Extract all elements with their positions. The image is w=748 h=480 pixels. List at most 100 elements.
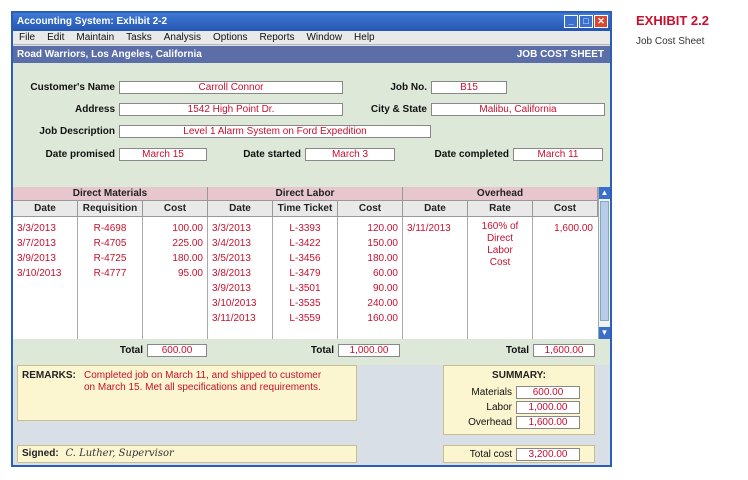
table-cell: L-3501 bbox=[289, 283, 321, 294]
window-title: Accounting System: Exhibit 2-2 bbox=[17, 16, 168, 27]
company-name: Road Warriors, Los Angeles, California bbox=[17, 49, 202, 60]
total-cost-field: 3,200.00 bbox=[516, 448, 580, 461]
table-cell: 3/7/2013 bbox=[17, 238, 56, 249]
menu-edit[interactable]: Edit bbox=[41, 31, 70, 44]
summary-materials-label: Materials bbox=[471, 387, 512, 398]
table-cell: 90.00 bbox=[372, 283, 398, 294]
job-header-form: Customer's Name Carroll Connor Job No. B… bbox=[13, 63, 610, 187]
job-no-field[interactable]: B15 bbox=[431, 81, 507, 94]
promised-field[interactable]: March 15 bbox=[119, 148, 207, 161]
table-cell: 60.00 bbox=[372, 268, 398, 279]
menu-window[interactable]: Window bbox=[300, 31, 348, 44]
customer-field[interactable]: Carroll Connor bbox=[119, 81, 343, 94]
table-cell: R-4725 bbox=[93, 253, 127, 264]
window-titlebar: Accounting System: Exhibit 2-2 _ □ ✕ bbox=[13, 13, 610, 31]
table-cell: L-3422 bbox=[289, 238, 321, 249]
app-window: Accounting System: Exhibit 2-2 _ □ ✕ Fil… bbox=[11, 11, 612, 467]
remarks-box: REMARKS: Completed job on March 11, and … bbox=[17, 365, 357, 421]
signature: C. Luther, Supervisor bbox=[65, 448, 174, 459]
table-cell: 3/4/2013 bbox=[212, 238, 251, 249]
table-cell: R-4777 bbox=[93, 268, 127, 279]
table-cell: L-3393 bbox=[289, 223, 321, 234]
menu-tasks[interactable]: Tasks bbox=[120, 31, 158, 44]
menu-reports[interactable]: Reports bbox=[253, 31, 300, 44]
table-cell: 3/11/2013 bbox=[212, 313, 256, 324]
col-header-cost: Cost bbox=[143, 201, 208, 217]
menu-file[interactable]: File bbox=[13, 31, 41, 44]
labor-total-label: Total bbox=[310, 345, 334, 356]
materials-total-field: 600.00 bbox=[147, 344, 207, 357]
scroll-down-icon[interactable]: ▼ bbox=[599, 327, 610, 339]
col-header-requisition: Requisition bbox=[78, 201, 143, 217]
col-header-cost: Cost bbox=[338, 201, 403, 217]
table-cell: 180.00 bbox=[172, 253, 203, 264]
address-field[interactable]: 1542 High Point Dr. bbox=[119, 103, 343, 116]
description-field[interactable]: Level 1 Alarm System on Ford Expedition bbox=[119, 125, 431, 138]
remarks-line-2: on March 15. Met all specifications and … bbox=[84, 382, 321, 393]
group-header-materials: Direct Materials bbox=[13, 187, 208, 201]
menu-help[interactable]: Help bbox=[348, 31, 381, 44]
materials-total-label: Total bbox=[119, 345, 143, 356]
remarks-line-1: Completed job on March 11, and shipped t… bbox=[84, 370, 322, 381]
table-cell: Cost bbox=[489, 257, 511, 268]
scroll-thumb[interactable] bbox=[600, 201, 609, 321]
exhibit-subtitle: Job Cost Sheet bbox=[636, 36, 705, 47]
table-cell: R-4705 bbox=[93, 238, 127, 249]
table-cell: 3/9/2013 bbox=[17, 253, 56, 264]
menu-analysis[interactable]: Analysis bbox=[158, 31, 207, 44]
group-header-overhead: Overhead bbox=[403, 187, 598, 201]
table-cell: 3/10/2013 bbox=[212, 298, 257, 309]
job-no-label: Job No. bbox=[390, 82, 427, 93]
minimize-icon[interactable]: _ bbox=[564, 15, 578, 28]
customer-label: Customer's Name bbox=[30, 82, 115, 93]
table-cell: 120.00 bbox=[367, 223, 398, 234]
table-scrollbar[interactable]: ▲ ▼ bbox=[598, 187, 610, 339]
overhead-total-field: 1,600.00 bbox=[533, 344, 595, 357]
maximize-icon[interactable]: □ bbox=[579, 15, 593, 28]
scroll-up-icon[interactable]: ▲ bbox=[599, 187, 610, 199]
table-cell: 180.00 bbox=[367, 253, 398, 264]
menubar: File Edit Maintain Tasks Analysis Option… bbox=[13, 31, 610, 45]
col-header-time-ticket: Time Ticket bbox=[273, 201, 338, 217]
summary-title: SUMMARY: bbox=[492, 370, 546, 381]
summary-labor-label: Labor bbox=[486, 402, 512, 413]
col-header-rate: Rate bbox=[468, 201, 533, 217]
table-cell: 160.00 bbox=[367, 313, 398, 324]
table-cell: L-3456 bbox=[289, 253, 321, 264]
col-header-date: Date bbox=[403, 201, 468, 217]
city-label: City & State bbox=[370, 104, 427, 115]
table-cell: R-4698 bbox=[93, 223, 127, 234]
promised-label: Date promised bbox=[45, 149, 115, 160]
table-cell: 3/5/2013 bbox=[212, 253, 251, 264]
table-cell: 225.00 bbox=[172, 238, 203, 249]
summary-labor-field: 1,000.00 bbox=[516, 401, 580, 414]
table-cell: 150.00 bbox=[367, 238, 398, 249]
table-cell: 1,600.00 bbox=[554, 223, 593, 234]
table-cell: 3/11/2013 bbox=[407, 223, 451, 234]
overhead-total-label: Total bbox=[505, 345, 529, 356]
menu-maintain[interactable]: Maintain bbox=[70, 31, 120, 44]
total-cost-label: Total cost bbox=[469, 449, 512, 460]
summary-box: SUMMARY: Materials 600.00 Labor 1,000.00… bbox=[443, 365, 595, 435]
table-cell: 3/10/2013 bbox=[17, 268, 62, 279]
table-cell: L-3479 bbox=[289, 268, 321, 279]
menu-options[interactable]: Options bbox=[207, 31, 253, 44]
totals-row: Total 600.00 Total 1,000.00 Total 1,600.… bbox=[13, 339, 610, 365]
table-cell: 240.00 bbox=[367, 298, 398, 309]
table-cell: 3/8/2013 bbox=[212, 268, 251, 279]
started-field[interactable]: March 3 bbox=[305, 148, 395, 161]
table-cell: 100.00 bbox=[172, 223, 203, 234]
sheet-title: JOB COST SHEET bbox=[516, 49, 604, 60]
labor-total-field: 1,000.00 bbox=[338, 344, 400, 357]
address-label: Address bbox=[74, 104, 115, 115]
table-cell: 3/3/2013 bbox=[212, 223, 251, 234]
exhibit-title: EXHIBIT 2.2 bbox=[636, 13, 709, 28]
started-label: Date started bbox=[243, 149, 301, 160]
table-cell: 3/9/2013 bbox=[212, 283, 251, 294]
description-label: Job Description bbox=[39, 126, 115, 137]
completed-field[interactable]: March 11 bbox=[513, 148, 603, 161]
col-header-date: Date bbox=[208, 201, 273, 217]
table-cell: L-3559 bbox=[289, 313, 321, 324]
city-field[interactable]: Malibu, California bbox=[431, 103, 605, 116]
close-icon[interactable]: ✕ bbox=[594, 15, 608, 28]
